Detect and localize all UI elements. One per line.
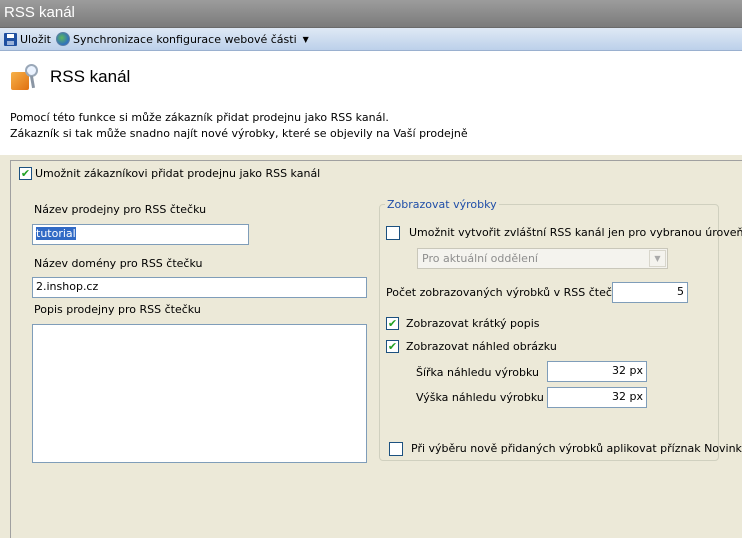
thumb-width-label: Šířka náhledu výrobku bbox=[416, 366, 539, 379]
domain-name-input[interactable]: 2.inshop.cz bbox=[32, 277, 367, 298]
level-select-value: Pro aktuální oddělení bbox=[422, 252, 538, 265]
allow-rss-checkbox[interactable]: ✔ bbox=[19, 167, 32, 180]
special-channel-checkbox[interactable] bbox=[386, 226, 400, 240]
shop-name-value: tutorial bbox=[36, 227, 76, 240]
floppy-disk-icon bbox=[4, 32, 17, 46]
thumb-height-input[interactable]: 32 px bbox=[547, 387, 647, 408]
toolbar: Uložit Synchronizace konfigurace webové … bbox=[0, 28, 742, 51]
products-groupbox bbox=[379, 204, 719, 461]
save-button[interactable]: Uložit bbox=[4, 31, 51, 47]
short-desc-checkbox[interactable]: ✔ bbox=[386, 317, 399, 330]
description-line-2: Zákazník si tak může snadno najít nové v… bbox=[10, 127, 468, 140]
thumb-height-label: Výška náhledu výrobku bbox=[416, 391, 544, 404]
window-titlebar: RSS kanál bbox=[0, 0, 742, 28]
description-line-1: Pomocí této funkce si může zákazník přid… bbox=[10, 111, 389, 124]
sync-globe-icon bbox=[56, 32, 70, 46]
page-title: RSS kanál bbox=[50, 67, 131, 86]
sync-config-label: Synchronizace konfigurace webové části bbox=[73, 32, 297, 46]
save-button-label: Uložit bbox=[20, 32, 51, 46]
new-flag-label: Při výběru nově přidaných výrobků apliko… bbox=[411, 442, 742, 455]
level-select[interactable]: Pro aktuální oddělení ▼ bbox=[417, 248, 668, 269]
thumb-width-input[interactable]: 32 px bbox=[547, 361, 647, 382]
product-count-input[interactable]: 5 bbox=[612, 282, 688, 303]
shop-name-label: Název prodejny pro RSS čtečku bbox=[34, 203, 207, 216]
shop-description-textarea[interactable] bbox=[32, 324, 367, 463]
special-channel-label: Umožnit vytvořit zvláštní RSS kanál jen … bbox=[409, 226, 742, 239]
shop-name-input[interactable]: tutorial bbox=[32, 224, 249, 245]
chevron-down-icon: ▼ bbox=[649, 250, 666, 267]
thumbnail-checkbox[interactable]: ✔ bbox=[386, 340, 399, 353]
products-group-legend: Zobrazovat výrobky bbox=[385, 198, 499, 211]
shop-description-label: Popis prodejny pro RSS čtečku bbox=[34, 303, 201, 316]
window-title: RSS kanál bbox=[4, 4, 75, 21]
short-desc-label: Zobrazovat krátký popis bbox=[406, 317, 540, 330]
thumbnail-label: Zobrazovat náhled obrázku bbox=[406, 340, 557, 353]
allow-rss-label: Umožnit zákazníkovi přidat prodejnu jako… bbox=[35, 167, 321, 180]
sync-config-button[interactable]: Synchronizace konfigurace webové části ▼ bbox=[56, 31, 309, 47]
new-flag-checkbox[interactable] bbox=[389, 442, 403, 456]
product-count-label: Počet zobrazovaných výrobků v RSS čtečce bbox=[386, 286, 625, 299]
caret-down-icon[interactable]: ▼ bbox=[303, 35, 309, 44]
domain-name-label: Název domény pro RSS čtečku bbox=[34, 257, 203, 270]
